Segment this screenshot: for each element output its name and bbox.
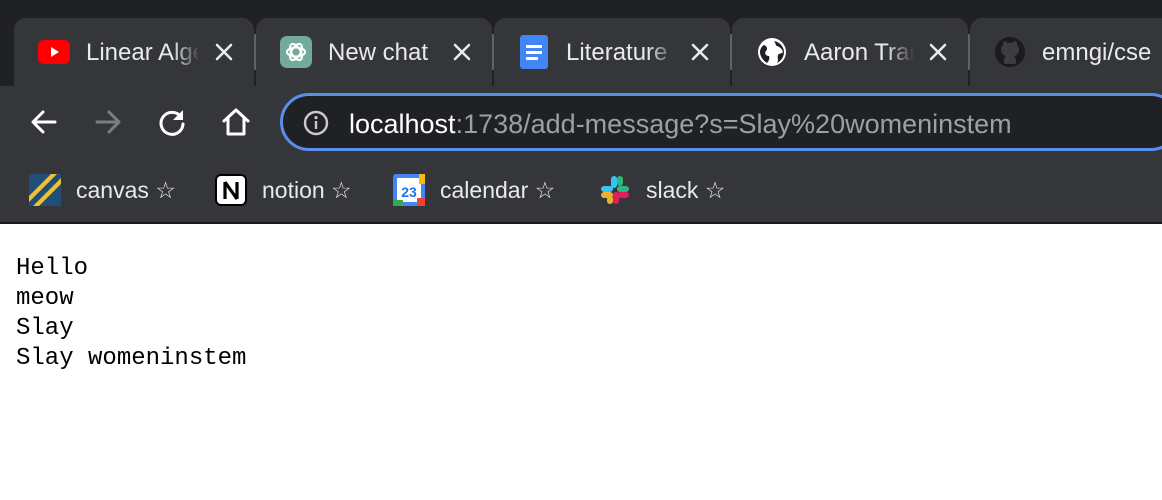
github-icon [994, 36, 1026, 68]
message-line: meow [16, 285, 74, 312]
bookmark-label: notion ☆ [262, 176, 352, 203]
bookmark-label: canvas ☆ [76, 176, 176, 203]
calendar-icon: 23 [392, 173, 426, 207]
tab-new-chat[interactable]: New chat [256, 18, 492, 86]
tab-literature[interactable]: Literature [494, 18, 730, 86]
tab-github[interactable]: emngi/cse [970, 18, 1162, 86]
browser-chrome: Linear Algebra New chat [0, 0, 1162, 224]
bookmark-notion[interactable]: notion ☆ [214, 172, 352, 208]
tab-title-fade [172, 32, 200, 72]
url-text[interactable]: localhost:1738/add-message?s=Slay%20wome… [349, 109, 1012, 139]
page-content: Hello meow Slay Slay womeninstem [0, 224, 1162, 500]
close-icon[interactable] [448, 38, 476, 66]
message-line: Hello [16, 255, 89, 282]
tab-strip: Linear Algebra New chat [0, 0, 1162, 86]
message-line: Slay [16, 315, 74, 342]
close-icon[interactable] [686, 38, 714, 66]
chatgpt-icon [280, 36, 312, 68]
bookmark-calendar[interactable]: 23 calendar ☆ [392, 172, 555, 208]
url-path: :1738/add-message?s=Slay%20womeninstem [455, 109, 1012, 139]
forward-arrow-icon[interactable] [88, 102, 128, 142]
url-host: localhost [349, 109, 456, 139]
tab-aaron-tran[interactable]: Aaron Tran [732, 18, 968, 86]
message-list: Hello meow Slay Slay womeninstem [16, 254, 246, 374]
tab-youtube[interactable]: Linear Algebra [14, 18, 254, 86]
bookmarks-bar: canvas ☆ notion ☆ 23 calendar ☆ slack ☆ [0, 156, 1162, 224]
tab-title: New chat [328, 39, 429, 66]
toolbar: localhost:1738/add-message?s=Slay%20wome… [0, 86, 1162, 156]
canvas-icon [28, 173, 62, 207]
close-icon[interactable] [924, 38, 952, 66]
bookmark-slack[interactable]: slack ☆ [598, 172, 725, 208]
home-icon[interactable] [216, 102, 256, 142]
address-bar[interactable]: localhost:1738/add-message?s=Slay%20wome… [280, 93, 1162, 151]
close-icon[interactable] [210, 38, 238, 66]
tab-title-fade [648, 32, 676, 72]
globe-icon [756, 36, 788, 68]
reload-icon[interactable] [152, 102, 192, 142]
google-docs-icon [518, 35, 550, 69]
calendar-day: 23 [401, 184, 417, 200]
message-line: Slay womeninstem [16, 345, 247, 372]
tab-title-fade [886, 32, 914, 72]
site-info-icon[interactable] [303, 110, 329, 136]
slack-icon [598, 173, 632, 207]
tab-title: emngi/cse [1042, 39, 1152, 66]
bookmark-label: calendar ☆ [440, 176, 556, 203]
back-arrow-icon[interactable] [24, 102, 64, 142]
bookmark-canvas[interactable]: canvas ☆ [28, 172, 176, 208]
youtube-icon [38, 36, 70, 68]
notion-icon [214, 173, 248, 207]
bookmark-label: slack ☆ [646, 176, 726, 203]
